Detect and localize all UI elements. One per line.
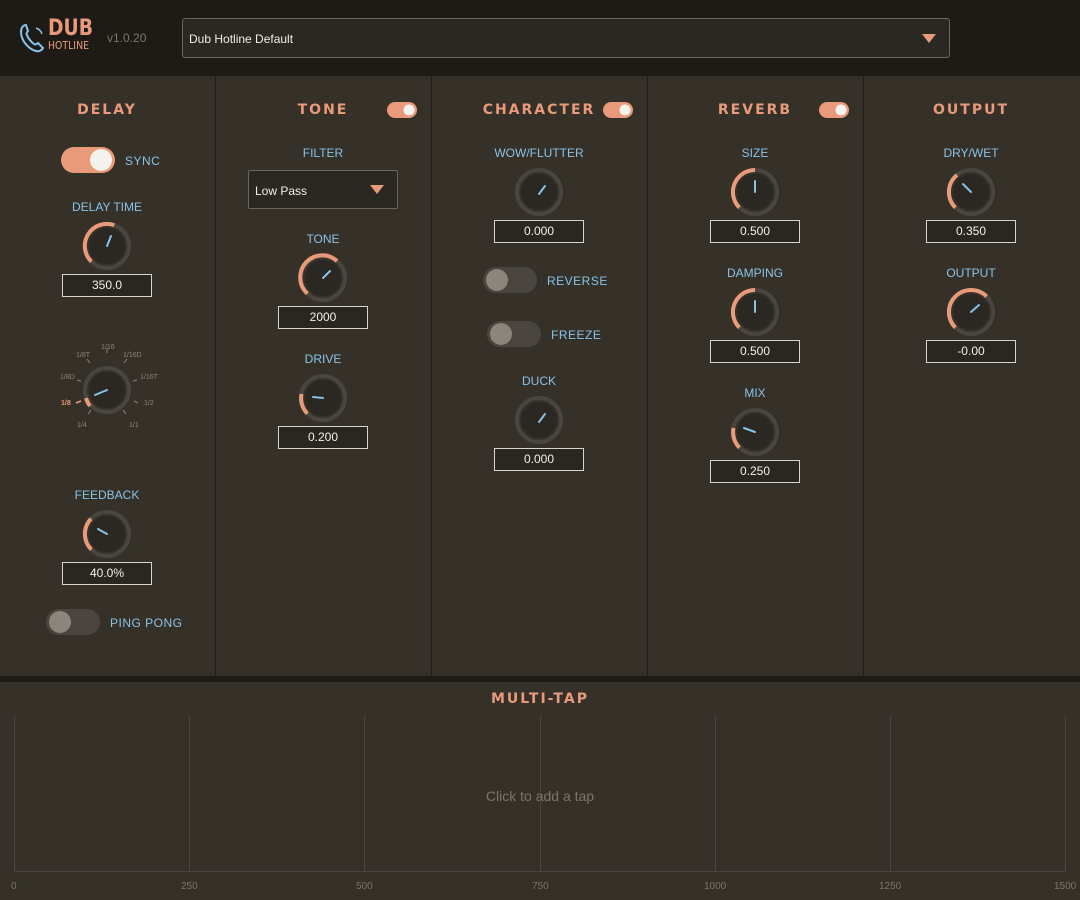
phone-icon (19, 23, 45, 53)
size-value[interactable]: 0.500 (710, 220, 800, 243)
chevron-down-icon (922, 34, 936, 43)
character-title: CHARACTER (482, 102, 596, 118)
size-knob[interactable] (729, 166, 781, 218)
division-selector[interactable] (60, 340, 160, 435)
division-option[interactable]: 1/8T (76, 352, 90, 359)
multitap-tick: 500 (356, 881, 373, 892)
multitap-hint: Click to add a tap (485, 788, 595, 804)
tone-value[interactable]: 2000 (278, 306, 368, 329)
filter-dropdown[interactable]: Low Pass (248, 170, 398, 209)
reverb-enable-toggle[interactable] (818, 101, 850, 119)
multitap-title: MULTI-TAP (491, 691, 589, 707)
mix-label: MIX (744, 386, 766, 400)
reverse-label: REVERSE (547, 274, 608, 288)
freeze-toggle[interactable] (486, 319, 542, 349)
drive-value[interactable]: 0.200 (278, 426, 368, 449)
dry-wet-value[interactable]: 0.350 (926, 220, 1016, 243)
freeze-label: FREEZE (551, 328, 602, 342)
damping-label: DAMPING (726, 266, 783, 280)
output-level-label: OUTPUT (946, 266, 996, 280)
multitap-tick: 250 (181, 881, 198, 892)
feedback-value[interactable]: 40.0% (62, 562, 152, 585)
duck-value[interactable]: 0.000 (494, 448, 584, 471)
multitap-tick: 0 (11, 881, 17, 892)
logo: DUB HOTLINE (18, 18, 98, 60)
filter-label: FILTER (302, 146, 344, 160)
dry-wet-label: DRY/WET (943, 146, 999, 160)
dry-wet-knob[interactable] (945, 166, 997, 218)
tone-title: TONE (297, 102, 349, 118)
division-option[interactable]: 1/16D (123, 352, 142, 359)
multitap-tick: 1000 (704, 881, 727, 892)
duck-label: DUCK (521, 374, 556, 388)
delay-time-label: DELAY TIME (71, 200, 143, 214)
tone-knob[interactable] (297, 252, 349, 304)
multitap-tick: 1250 (879, 881, 902, 892)
header-bar: DUB HOTLINE v1.0.20 Dub Hotline Default (0, 0, 1080, 76)
logo-text-hotline: HOTLINE (48, 39, 89, 52)
preset-dropdown[interactable]: Dub Hotline Default (182, 18, 950, 58)
tone-knob-label: TONE (306, 232, 340, 246)
division-option[interactable]: 1/16T (140, 374, 158, 381)
drive-label: DRIVE (304, 352, 342, 366)
drive-knob[interactable] (297, 372, 349, 424)
division-option[interactable]: 1/8D (60, 374, 75, 381)
sync-toggle[interactable] (60, 145, 116, 175)
delay-time-knob[interactable] (81, 220, 133, 272)
mix-value[interactable]: 0.250 (710, 460, 800, 483)
delay-time-value[interactable]: 350.0 (62, 274, 152, 297)
wow-flutter-knob[interactable] (513, 166, 565, 218)
plugin-window: DUB HOTLINE v1.0.20 Dub Hotline Default … (0, 0, 1080, 900)
preset-name: Dub Hotline Default (189, 32, 294, 46)
filter-value: Low Pass (255, 184, 308, 198)
character-enable-toggle[interactable] (602, 101, 634, 119)
feedback-label: FEEDBACK (74, 488, 140, 502)
damping-value[interactable]: 0.500 (710, 340, 800, 363)
feedback-knob[interactable] (81, 508, 133, 560)
reverb-title: REVERB (717, 102, 793, 118)
wow-flutter-label: WOW/FLUTTER (494, 146, 584, 160)
output-level-value[interactable]: -0.00 (926, 340, 1016, 363)
tone-enable-toggle[interactable] (386, 101, 418, 119)
wow-flutter-value[interactable]: 0.000 (494, 220, 584, 243)
logo-text-dub: DUB (48, 16, 93, 41)
output-level-knob[interactable] (945, 286, 997, 338)
delay-title: DELAY (77, 102, 137, 118)
reverse-toggle[interactable] (482, 265, 538, 295)
division-option[interactable]: 1/16 (101, 344, 115, 351)
multitap-tick: 1500 (1054, 881, 1077, 892)
size-label: SIZE (741, 146, 769, 160)
multitap-tick: 750 (532, 881, 549, 892)
duck-knob[interactable] (513, 394, 565, 446)
sync-label: SYNC (125, 154, 161, 168)
output-title: OUTPUT (933, 102, 1009, 118)
mix-knob[interactable] (729, 406, 781, 458)
division-option-selected[interactable]: 1/8 (61, 400, 71, 407)
version-label: v1.0.20 (107, 31, 147, 45)
division-option[interactable]: 1/4 (77, 422, 87, 429)
division-option[interactable]: 1/1 (129, 422, 139, 429)
division-option[interactable]: 1/2 (144, 400, 154, 407)
chevron-down-icon (370, 185, 384, 194)
ping-pong-label: PING PONG (110, 616, 183, 630)
damping-knob[interactable] (729, 286, 781, 338)
ping-pong-toggle[interactable] (45, 607, 101, 637)
